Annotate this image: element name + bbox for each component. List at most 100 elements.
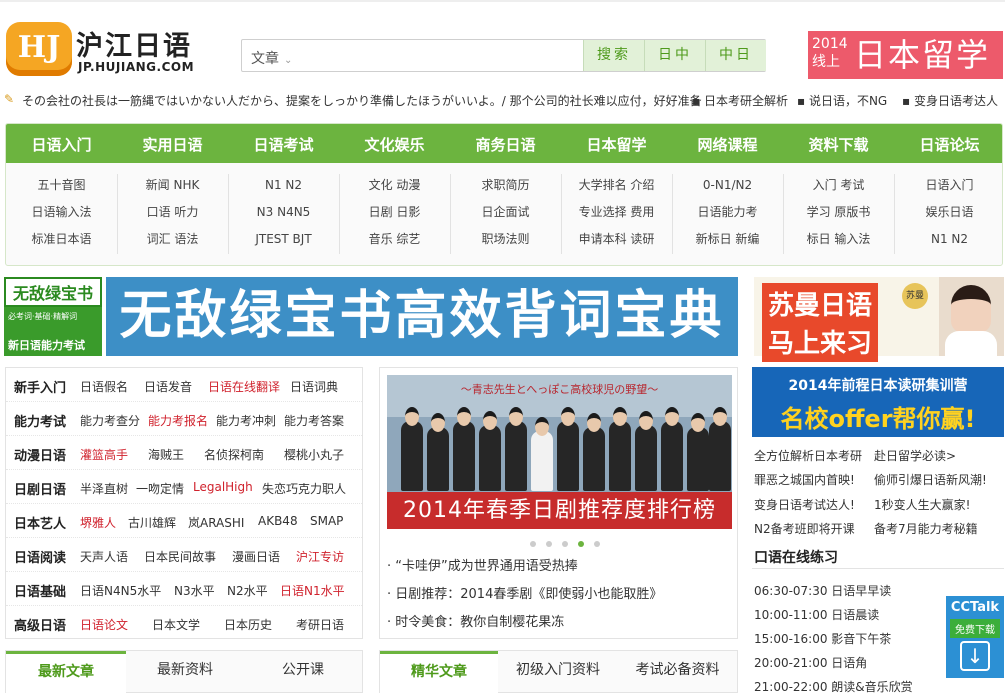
promo-link[interactable]: 备考7月能力考秘籍: [874, 520, 978, 537]
nav-link[interactable]: 娱乐日语: [894, 199, 1005, 226]
nav-link[interactable]: 入门 考试: [783, 172, 894, 199]
category-link[interactable]: 日语发音: [144, 378, 192, 395]
nav-link[interactable]: 标日 输入法: [783, 226, 894, 253]
news-item[interactable]: · 时令美食：教你自制樱花果冻: [387, 611, 564, 630]
nav-link[interactable]: 日剧 日影: [339, 199, 450, 226]
category-link[interactable]: 日语N1水平: [280, 582, 345, 599]
suman-ad[interactable]: 苏曼日语 马上来习 苏曼: [754, 277, 1004, 362]
category-link[interactable]: 能力考报名: [148, 412, 208, 429]
pager-dot[interactable]: [530, 541, 536, 547]
nav-link[interactable]: 口语 听力: [117, 199, 228, 226]
category-link[interactable]: 岚ARASHI: [188, 514, 244, 531]
nav-tab-downloads[interactable]: 资料下载: [783, 134, 894, 155]
jp-cn-dict-button[interactable]: 日中: [644, 40, 705, 71]
category-link[interactable]: 天声人语: [80, 548, 128, 565]
category-link[interactable]: N3水平: [174, 582, 215, 599]
ticker-link[interactable]: ▪ 变身日语考达人: [902, 92, 998, 109]
nav-tab-forum[interactable]: 日语论坛: [894, 134, 1005, 155]
category-link[interactable]: 漫画日语: [232, 548, 280, 565]
schedule-item[interactable]: 21:00-22:00 朗读&音乐欣赏: [754, 678, 913, 695]
nav-link[interactable]: 学习 原版书: [783, 199, 894, 226]
nav-tab-culture[interactable]: 文化娱乐: [339, 134, 450, 155]
promo-link[interactable]: 偷师引爆日语新风潮!: [874, 471, 987, 488]
vocab-ad-banner[interactable]: 无敌绿宝书高效背词宝典: [106, 277, 738, 356]
nav-tab-courses[interactable]: 网络课程: [672, 134, 783, 155]
search-input[interactable]: [302, 44, 577, 67]
promo-link[interactable]: 全方位解析日本考研: [754, 447, 862, 464]
tab-open-class[interactable]: 公开课: [244, 651, 362, 693]
category-link[interactable]: 名侦探柯南: [204, 446, 264, 463]
tab-exam-resources[interactable]: 考试必备资料: [618, 651, 737, 693]
ticker-link[interactable]: ▪ 日本考研全解析: [692, 92, 788, 109]
nav-link[interactable]: 日语输入法: [6, 199, 117, 226]
category-link[interactable]: 樱桃小丸子: [284, 446, 344, 463]
cn-jp-dict-button[interactable]: 中日: [705, 40, 766, 71]
promo-link[interactable]: 赴日留学必读>: [874, 447, 956, 464]
daily-sentence[interactable]: その会社の社長は一筋縄ではいかない人だから、提案をしっかり準備したほうがいいよ。…: [22, 92, 702, 109]
category-link[interactable]: 日本文学: [152, 616, 200, 633]
search-category-select[interactable]: 文章 ⌄: [251, 48, 292, 68]
category-link[interactable]: 灌篮高手: [80, 446, 128, 463]
cctalk-download[interactable]: CCTalk 免费下载 ↓: [946, 596, 1004, 678]
category-link[interactable]: 古川雄辉: [128, 514, 176, 531]
category-link[interactable]: 失恋巧克力职人: [262, 480, 346, 497]
nav-link[interactable]: 0-N1/N2: [672, 172, 783, 199]
nav-tab-study-abroad[interactable]: 日本留学: [561, 134, 672, 155]
nav-link[interactable]: 求职简历: [450, 172, 561, 199]
tab-beginner-resources[interactable]: 初级入门资料: [498, 651, 618, 693]
site-logo[interactable]: HJ 沪江日语 JP.HUJIANG.COM: [6, 22, 218, 78]
pager-dot[interactable]: [546, 541, 552, 547]
nav-tab-business[interactable]: 商务日语: [450, 134, 561, 155]
promo-link[interactable]: 罪恶之城国内首映!: [754, 471, 855, 488]
category-link[interactable]: 海贼王: [148, 446, 184, 463]
category-link[interactable]: 能力考答案: [284, 412, 344, 429]
ticker-link[interactable]: ▪ 说日语，不NG: [797, 92, 887, 109]
promo-link[interactable]: N2备考班即将开课: [754, 520, 855, 537]
category-link[interactable]: AKB48: [258, 514, 298, 528]
nav-link[interactable]: 日企面试: [450, 199, 561, 226]
category-link[interactable]: 日本民间故事: [144, 548, 216, 565]
category-link[interactable]: N2水平: [227, 582, 268, 599]
schedule-item[interactable]: 20:00-21:00 日语角: [754, 654, 867, 671]
nav-link[interactable]: 专业选择 费用: [561, 199, 672, 226]
category-link[interactable]: 堺雅人: [80, 514, 116, 531]
category-link[interactable]: 日语论文: [80, 616, 128, 633]
tab-featured-articles[interactable]: 精华文章: [380, 651, 498, 693]
nav-link[interactable]: 职场法则: [450, 226, 561, 253]
pager-dot[interactable]: [594, 541, 600, 547]
nav-link[interactable]: 大学排名 介绍: [561, 172, 672, 199]
category-link[interactable]: 日语词典: [290, 378, 338, 395]
category-link[interactable]: 一吻定情: [136, 480, 184, 497]
category-link[interactable]: 日语假名: [80, 378, 128, 395]
nav-tab-intro[interactable]: 日语入门: [6, 134, 117, 155]
category-link[interactable]: 日本历史: [224, 616, 272, 633]
schedule-item[interactable]: 10:00-11:00 日语晨读: [754, 606, 879, 623]
nav-link[interactable]: N3 N4N5: [228, 199, 339, 226]
nav-link[interactable]: 音乐 综艺: [339, 226, 450, 253]
nav-link[interactable]: 新标日 新编: [672, 226, 783, 253]
nav-link[interactable]: N1 N2: [894, 226, 1005, 253]
promo-link[interactable]: 变身日语考试达人!: [754, 496, 855, 513]
category-link[interactable]: 能力考查分: [80, 412, 140, 429]
study-expo-ad[interactable]: 2014 线上 日本留学展: [808, 31, 1003, 116]
nav-link[interactable]: JTEST BJT: [228, 226, 339, 253]
schedule-item[interactable]: 15:00-16:00 影音下午茶: [754, 630, 891, 647]
nav-link[interactable]: 日语能力考: [672, 199, 783, 226]
nav-link[interactable]: 词汇 语法: [117, 226, 228, 253]
pager-dot[interactable]: [562, 541, 568, 547]
category-link[interactable]: 日语在线翻译: [208, 378, 280, 395]
nav-tab-practical[interactable]: 实用日语: [117, 134, 228, 155]
green-book-ad[interactable]: 无敌绿宝书 必考词·基础·精解词 新日语能力考试: [4, 277, 102, 356]
grad-camp-ad[interactable]: 2014年前程日本读研集训营 名校offer帮你赢!: [752, 367, 1004, 437]
category-link[interactable]: 日语N4N5水平: [80, 582, 161, 599]
category-link[interactable]: 能力考冲刺: [216, 412, 276, 429]
drama-slide[interactable]: ～青志先生とへっぽこ高校球児の野望～ 2014年春季日剧推荐度排行榜: [387, 375, 732, 529]
schedule-item[interactable]: 06:30-07:30 日语早早读: [754, 582, 891, 599]
pager-dot-active[interactable]: [578, 541, 584, 547]
nav-link[interactable]: 五十音图: [6, 172, 117, 199]
news-item[interactable]: · 日剧推荐：2014春季剧《即使弱小也能取胜》: [387, 583, 662, 602]
nav-link[interactable]: N1 N2: [228, 172, 339, 199]
news-item[interactable]: · “卡哇伊”成为世界通用语受热捧: [387, 555, 578, 574]
nav-link[interactable]: 标准日本语: [6, 226, 117, 253]
category-link[interactable]: LegalHigh: [193, 480, 253, 494]
